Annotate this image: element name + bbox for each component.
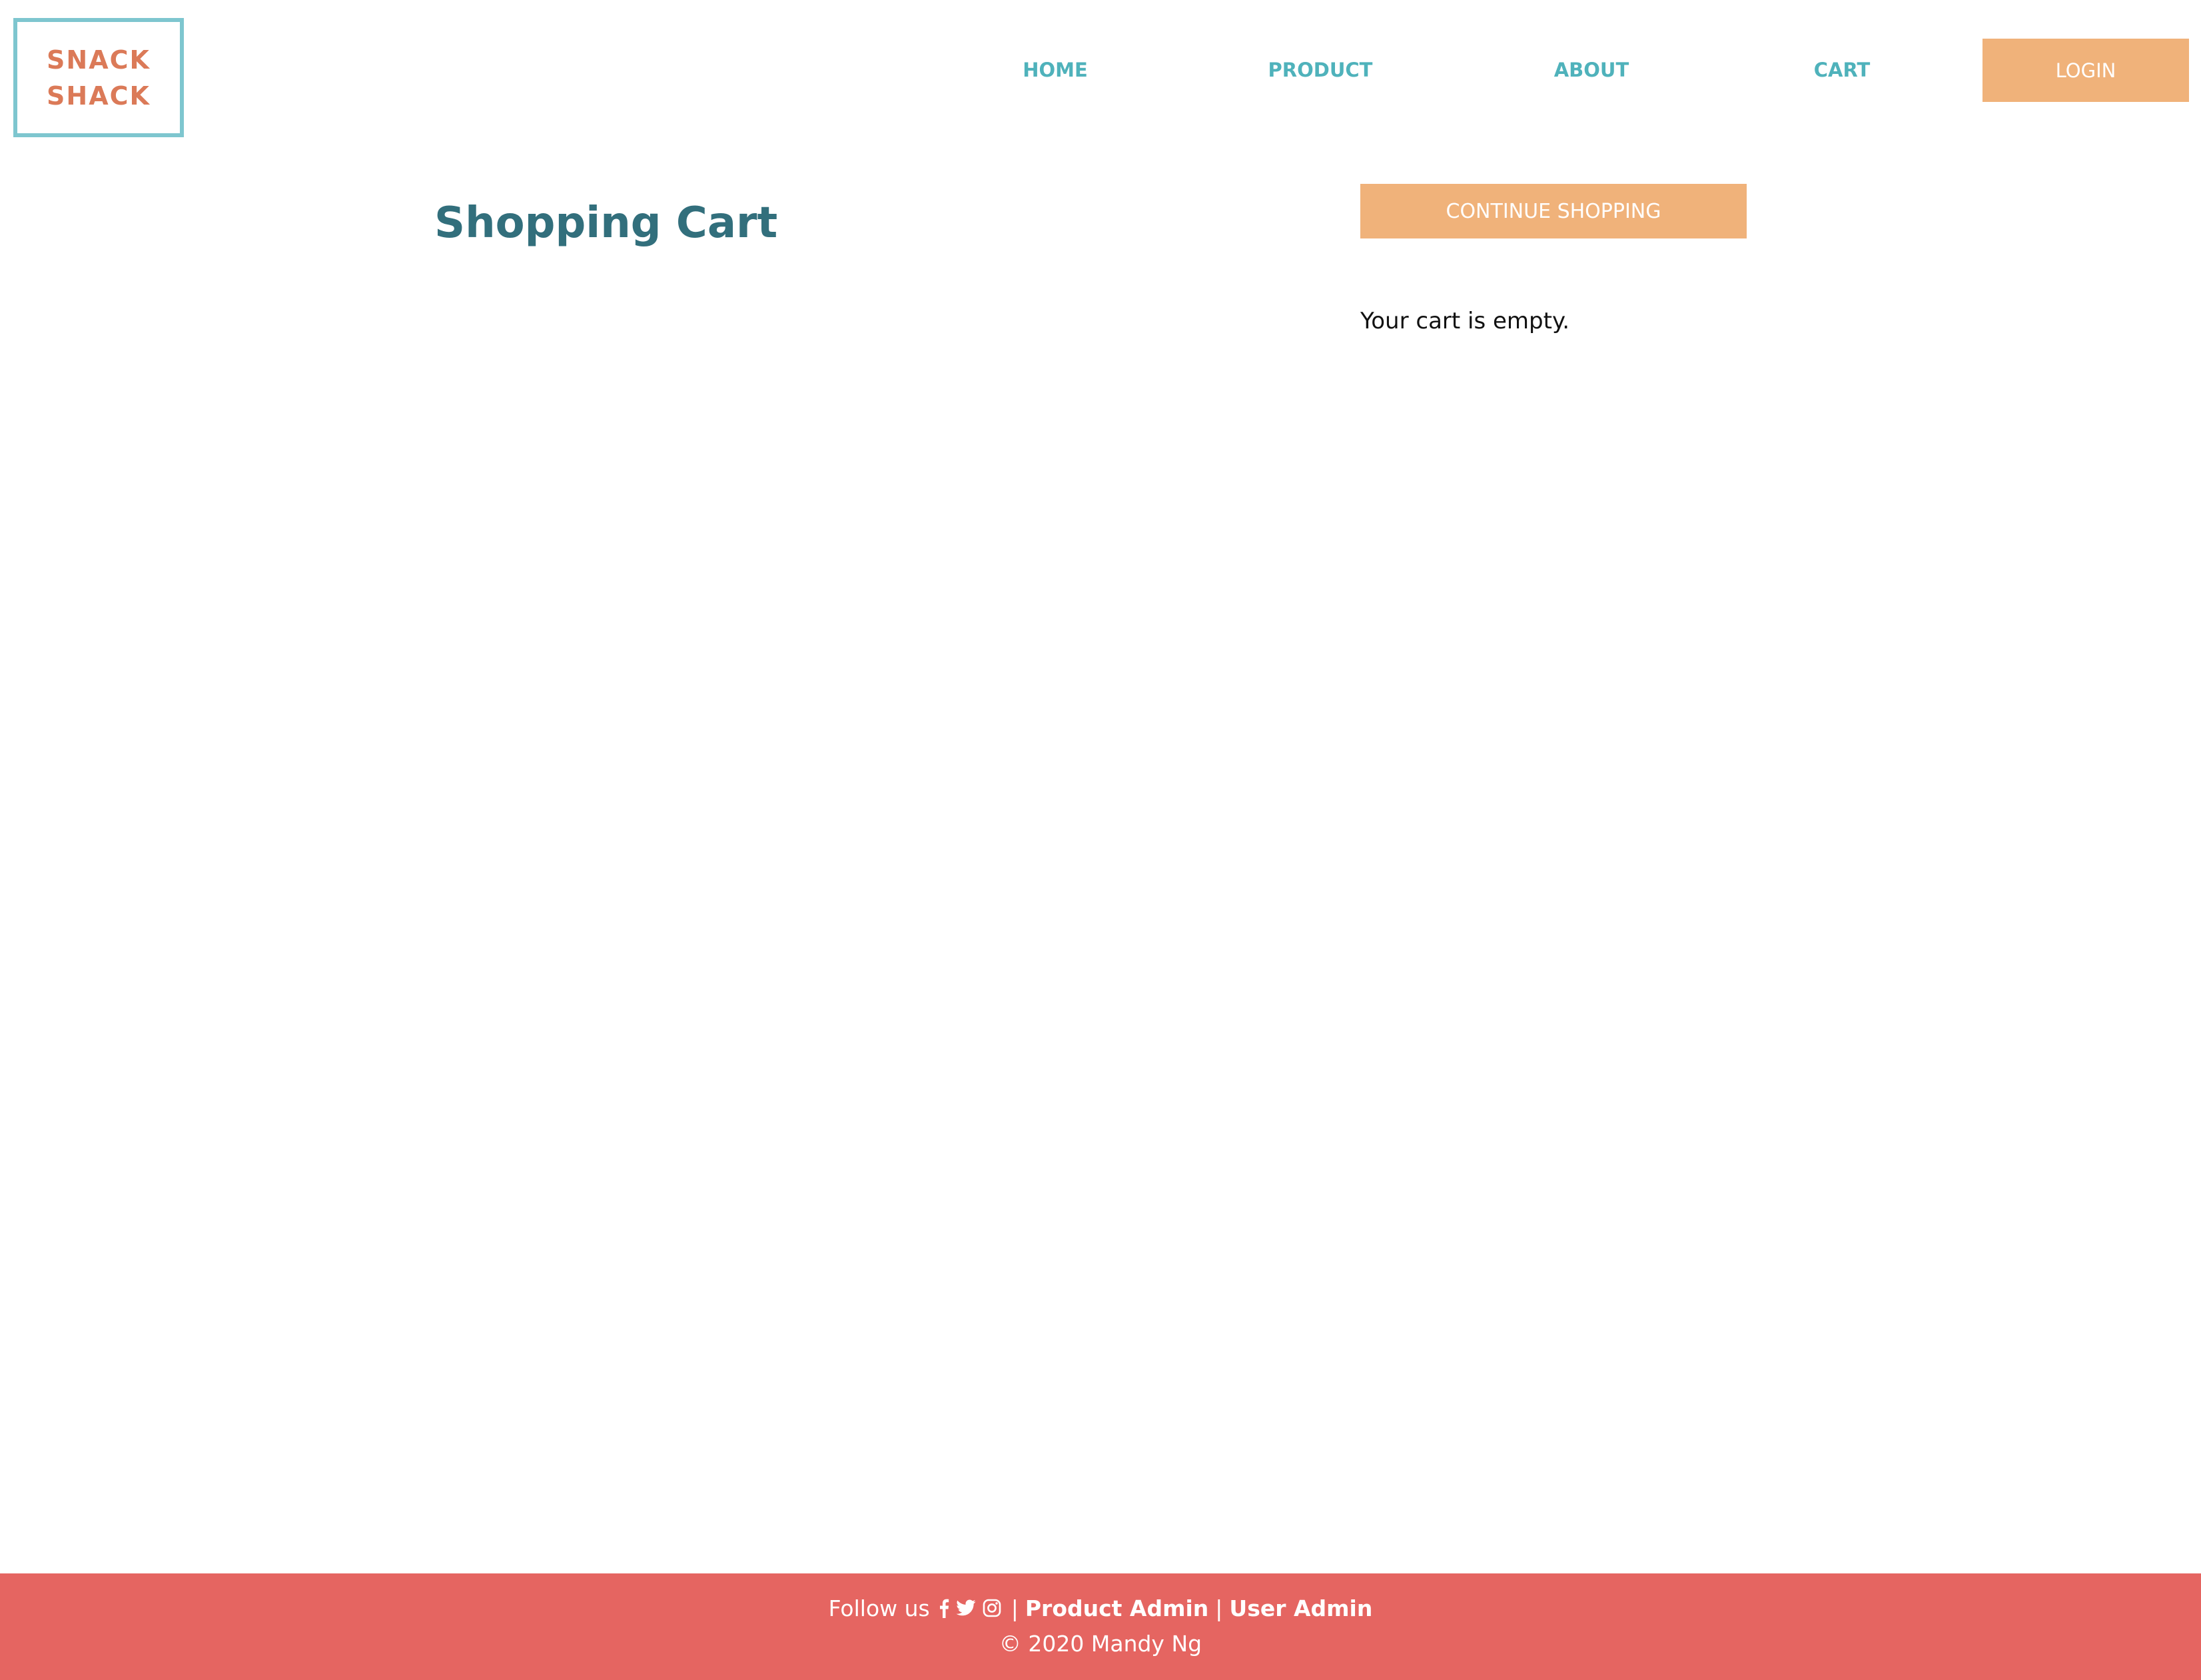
logo[interactable]: SNACK SHACK — [13, 18, 184, 137]
product-admin-link[interactable]: Product Admin — [1025, 1595, 1208, 1621]
user-admin-link[interactable]: User Admin — [1229, 1595, 1372, 1621]
empty-cart-message: Your cart is empty. — [1360, 308, 1570, 334]
footer: Follow us | Product Admin | User Admin ©… — [0, 1573, 2201, 1680]
follow-us-label: Follow us — [828, 1595, 930, 1621]
footer-separator: | — [1011, 1595, 1019, 1621]
continue-shopping-button[interactable]: CONTINUE SHOPPING — [1360, 184, 1747, 238]
nav-about[interactable]: ABOUT — [1532, 52, 1651, 88]
copyright: © 2020 Mandy Ng — [999, 1630, 1202, 1657]
logo-text-line2: SHACK — [47, 81, 151, 111]
facebook-icon[interactable] — [939, 1598, 949, 1618]
nav-cart[interactable]: CART — [1799, 52, 1885, 88]
logo-text-line1: SNACK — [47, 45, 151, 75]
nav-home[interactable]: HOME — [999, 52, 1111, 88]
instagram-icon[interactable] — [983, 1599, 1001, 1617]
login-button[interactable]: LOGIN — [1982, 39, 2189, 102]
footer-separator: | — [1215, 1595, 1223, 1621]
twitter-icon[interactable] — [956, 1599, 976, 1617]
footer-links-row: Follow us | Product Admin | User Admin — [0, 1589, 2201, 1627]
nav-product[interactable]: PRODUCT — [1252, 52, 1388, 88]
page-title: Shopping Cart — [434, 199, 778, 248]
